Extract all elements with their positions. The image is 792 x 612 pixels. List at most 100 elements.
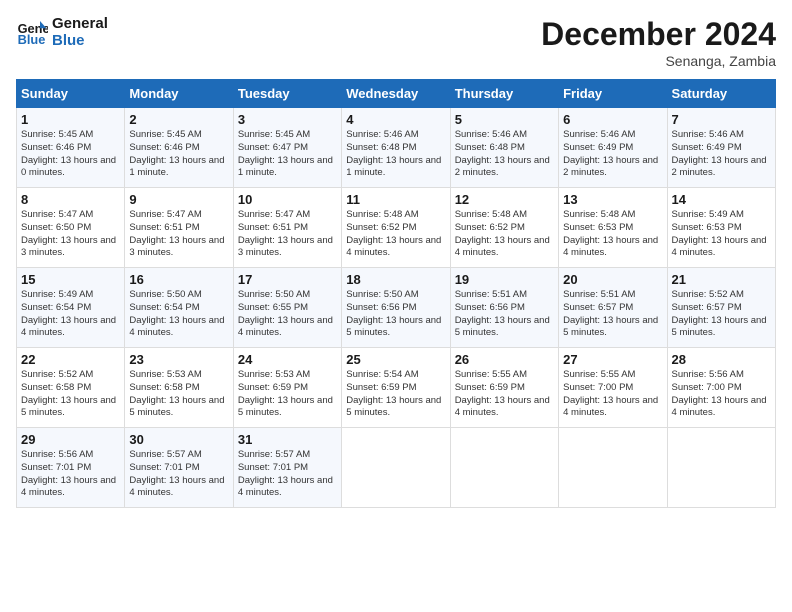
day-cell-28: 28Sunrise: 5:56 AMSunset: 7:00 PMDayligh…: [667, 348, 775, 428]
day-cell-26: 26 Sunrise: 5:55 AMSunset: 6:59 PMDayligh…: [450, 348, 558, 428]
day-info: Sunrise: 5:47 AMSunset: 6:51 PMDaylight:…: [129, 209, 224, 258]
day-number: 26: [455, 352, 554, 367]
month-title: December 2024: [541, 16, 776, 53]
day-number: 7: [672, 112, 771, 127]
day-number: 10: [238, 192, 337, 207]
calendar-week-2: 8 Sunrise: 5:47 AMSunset: 6:50 PMDaylight…: [17, 188, 776, 268]
header-wednesday: Wednesday: [342, 80, 450, 108]
day-number: 9: [129, 192, 228, 207]
day-info: Sunrise: 5:55 AMSunset: 6:59 PMDaylight:…: [455, 369, 550, 418]
calendar-week-5: 29 Sunrise: 5:56 AMSunset: 7:01 PMDayligh…: [17, 428, 776, 508]
day-info: Sunrise: 5:56 AMSunset: 7:01 PMDaylight:…: [21, 449, 116, 498]
day-number: 8: [21, 192, 120, 207]
day-cell-7: 7 Sunrise: 5:46 AMSunset: 6:49 PMDaylight…: [667, 108, 775, 188]
day-number: 13: [563, 192, 662, 207]
calendar-table: SundayMondayTuesdayWednesdayThursdayFrid…: [16, 79, 776, 508]
day-cell-30: 30Sunrise: 5:57 AMSunset: 7:01 PMDayligh…: [125, 428, 233, 508]
day-cell-12: 12Sunrise: 5:48 AMSunset: 6:52 PMDayligh…: [450, 188, 558, 268]
day-cell-15: 15 Sunrise: 5:49 AMSunset: 6:54 PMDayligh…: [17, 268, 125, 348]
header-tuesday: Tuesday: [233, 80, 341, 108]
day-info: Sunrise: 5:52 AMSunset: 6:58 PMDaylight:…: [21, 369, 116, 418]
day-number: 20: [563, 272, 662, 287]
logo: General Blue General Blue: [16, 16, 108, 49]
location: Senanga, Zambia: [541, 53, 776, 69]
day-cell-23: 23 Sunrise: 5:53 AMSunset: 6:58 PMDayligh…: [125, 348, 233, 428]
empty-cell: [450, 428, 558, 508]
day-cell-17: 17 Sunrise: 5:50 AMSunset: 6:55 PMDayligh…: [233, 268, 341, 348]
day-info: Sunrise: 5:49 AMSunset: 6:54 PMDaylight:…: [21, 289, 116, 338]
empty-cell: [667, 428, 775, 508]
day-cell-2: 2Sunrise: 5:45 AMSunset: 6:46 PMDaylight…: [125, 108, 233, 188]
day-cell-13: 13Sunrise: 5:48 AMSunset: 6:53 PMDayligh…: [559, 188, 667, 268]
day-cell-1: 1Sunrise: 5:45 AMSunset: 6:46 PMDaylight…: [17, 108, 125, 188]
day-number: 31: [238, 432, 337, 447]
day-cell-6: 6 Sunrise: 5:46 AMSunset: 6:49 PMDaylight…: [559, 108, 667, 188]
day-info: Sunrise: 5:50 AMSunset: 6:55 PMDaylight:…: [238, 289, 333, 338]
day-number: 4: [346, 112, 445, 127]
day-cell-14: 14 Sunrise: 5:49 AMSunset: 6:53 PMDayligh…: [667, 188, 775, 268]
day-number: 29: [21, 432, 120, 447]
day-info: Sunrise: 5:47 AMSunset: 6:50 PMDaylight:…: [21, 209, 116, 258]
day-cell-16: 16Sunrise: 5:50 AMSunset: 6:54 PMDayligh…: [125, 268, 233, 348]
day-info: Sunrise: 5:46 AMSunset: 6:49 PMDaylight:…: [563, 129, 658, 178]
day-number: 12: [455, 192, 554, 207]
day-number: 14: [672, 192, 771, 207]
day-cell-8: 8 Sunrise: 5:47 AMSunset: 6:50 PMDaylight…: [17, 188, 125, 268]
day-number: 6: [563, 112, 662, 127]
day-cell-24: 24Sunrise: 5:53 AMSunset: 6:59 PMDayligh…: [233, 348, 341, 428]
day-info: Sunrise: 5:57 AMSunset: 7:01 PMDaylight:…: [238, 449, 333, 498]
day-number: 1: [21, 112, 120, 127]
day-number: 17: [238, 272, 337, 287]
day-info: Sunrise: 5:46 AMSunset: 6:48 PMDaylight:…: [346, 129, 441, 178]
day-number: 28: [672, 352, 771, 367]
day-info: Sunrise: 5:54 AMSunset: 6:59 PMDaylight:…: [346, 369, 441, 418]
day-number: 19: [455, 272, 554, 287]
header-friday: Friday: [559, 80, 667, 108]
page-header: General Blue General Blue December 2024 …: [16, 16, 776, 69]
header-thursday: Thursday: [450, 80, 558, 108]
day-cell-25: 25Sunrise: 5:54 AMSunset: 6:59 PMDayligh…: [342, 348, 450, 428]
day-info: Sunrise: 5:47 AMSunset: 6:51 PMDaylight:…: [238, 209, 333, 258]
day-cell-21: 21 Sunrise: 5:52 AMSunset: 6:57 PMDayligh…: [667, 268, 775, 348]
day-info: Sunrise: 5:51 AMSunset: 6:56 PMDaylight:…: [455, 289, 550, 338]
day-cell-9: 9 Sunrise: 5:47 AMSunset: 6:51 PMDaylight…: [125, 188, 233, 268]
day-cell-11: 11Sunrise: 5:48 AMSunset: 6:52 PMDayligh…: [342, 188, 450, 268]
day-number: 15: [21, 272, 120, 287]
day-number: 2: [129, 112, 228, 127]
day-info: Sunrise: 5:50 AMSunset: 6:56 PMDaylight:…: [346, 289, 441, 338]
header-monday: Monday: [125, 80, 233, 108]
day-info: Sunrise: 5:52 AMSunset: 6:57 PMDaylight:…: [672, 289, 767, 338]
day-cell-20: 20 Sunrise: 5:51 AMSunset: 6:57 PMDayligh…: [559, 268, 667, 348]
empty-cell: [342, 428, 450, 508]
logo-icon: General Blue: [16, 17, 48, 49]
day-number: 5: [455, 112, 554, 127]
day-cell-18: 18 Sunrise: 5:50 AMSunset: 6:56 PMDayligh…: [342, 268, 450, 348]
day-info: Sunrise: 5:53 AMSunset: 6:58 PMDaylight:…: [129, 369, 224, 418]
header-sunday: Sunday: [17, 80, 125, 108]
day-cell-29: 29 Sunrise: 5:56 AMSunset: 7:01 PMDayligh…: [17, 428, 125, 508]
day-info: Sunrise: 5:49 AMSunset: 6:53 PMDaylight:…: [672, 209, 767, 258]
day-cell-10: 10 Sunrise: 5:47 AMSunset: 6:51 PMDayligh…: [233, 188, 341, 268]
empty-cell: [559, 428, 667, 508]
day-cell-31: 31 Sunrise: 5:57 AMSunset: 7:01 PMDayligh…: [233, 428, 341, 508]
day-number: 22: [21, 352, 120, 367]
day-number: 16: [129, 272, 228, 287]
day-number: 21: [672, 272, 771, 287]
header-saturday: Saturday: [667, 80, 775, 108]
day-cell-19: 19 Sunrise: 5:51 AMSunset: 6:56 PMDayligh…: [450, 268, 558, 348]
calendar-week-4: 22 Sunrise: 5:52 AMSunset: 6:58 PMDayligh…: [17, 348, 776, 428]
day-info: Sunrise: 5:51 AMSunset: 6:57 PMDaylight:…: [563, 289, 658, 338]
day-number: 23: [129, 352, 228, 367]
day-number: 18: [346, 272, 445, 287]
title-block: December 2024 Senanga, Zambia: [541, 16, 776, 69]
day-cell-27: 27Sunrise: 5:55 AMSunset: 7:00 PMDayligh…: [559, 348, 667, 428]
days-header-row: SundayMondayTuesdayWednesdayThursdayFrid…: [17, 80, 776, 108]
day-info: Sunrise: 5:46 AMSunset: 6:48 PMDaylight:…: [455, 129, 550, 178]
svg-text:Blue: Blue: [18, 32, 46, 47]
day-info: Sunrise: 5:57 AMSunset: 7:01 PMDaylight:…: [129, 449, 224, 498]
day-info: Sunrise: 5:55 AMSunset: 7:00 PMDaylight:…: [563, 369, 658, 418]
day-cell-5: 5 Sunrise: 5:46 AMSunset: 6:48 PMDaylight…: [450, 108, 558, 188]
day-info: Sunrise: 5:46 AMSunset: 6:49 PMDaylight:…: [672, 129, 767, 178]
calendar-week-1: 1Sunrise: 5:45 AMSunset: 6:46 PMDaylight…: [17, 108, 776, 188]
day-number: 3: [238, 112, 337, 127]
